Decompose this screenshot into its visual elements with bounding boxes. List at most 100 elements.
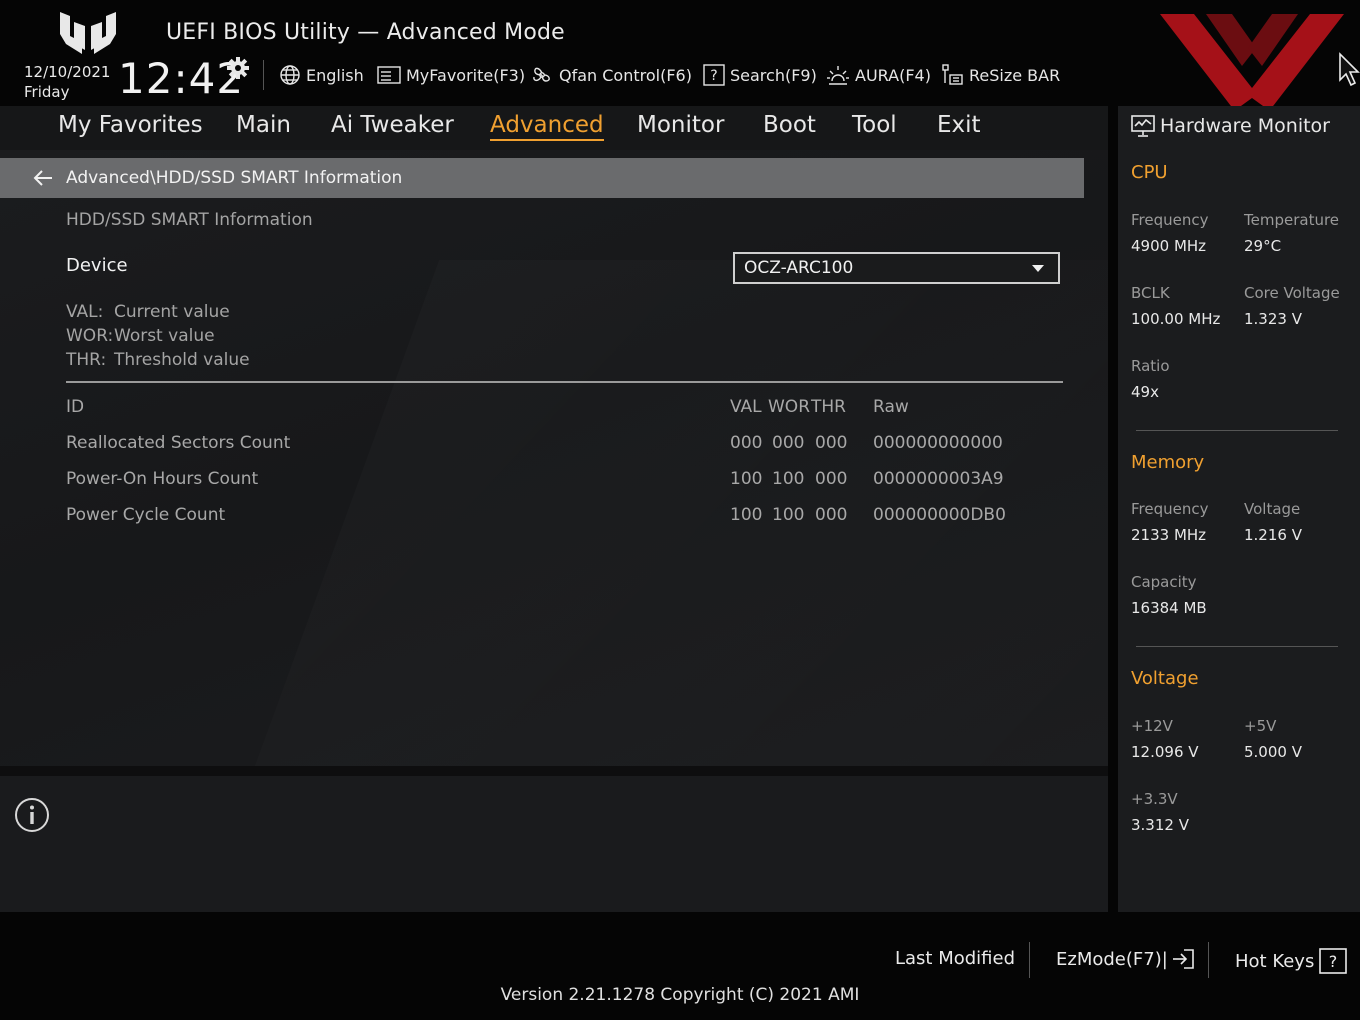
language-button[interactable]: English — [279, 62, 364, 88]
resize-bar-button[interactable]: ReSize BAR — [940, 62, 1060, 88]
back-arrow-icon[interactable] — [32, 169, 54, 187]
attribute-name: Reallocated Sectors Count — [66, 433, 291, 453]
breadcrumb: Advanced\HDD/SSD SMART Information — [0, 158, 1084, 198]
legend-thr: THR: Threshold value — [66, 350, 250, 370]
table-row: Power-On Hours Count 100 100 000 0000000… — [66, 469, 1066, 495]
header-id: ID — [66, 397, 85, 417]
memory-frequency-value: 2133 MHz — [1131, 526, 1207, 544]
tab-ai-tweaker[interactable]: Ai Tweaker — [331, 112, 454, 138]
section-title: HDD/SSD SMART Information — [66, 210, 313, 230]
hotkeys-button[interactable]: Hot Keys ? — [1235, 948, 1348, 974]
memory-section-title: Memory — [1131, 452, 1205, 473]
aura-light-icon — [827, 66, 849, 85]
header-thr: THR — [811, 397, 846, 417]
aura-button[interactable]: AURA(F4) — [826, 62, 931, 88]
tab-main[interactable]: Main — [236, 112, 291, 138]
tuf-logo-icon — [60, 12, 116, 54]
version-text: Version 2.21.1278 Copyright (C) 2021 AMI — [500, 985, 860, 1005]
hw-divider — [1136, 430, 1338, 431]
attribute-thr: 000 — [815, 433, 848, 453]
legend-key: THR: — [66, 350, 107, 370]
fan-icon — [533, 67, 550, 82]
hardware-monitor-title: Hardware Monitor — [1160, 115, 1330, 137]
search-button[interactable]: ? Search(F9) — [703, 62, 817, 88]
table-row: Power Cycle Count 100 100 000 000000000D… — [66, 505, 1066, 531]
help-icon: ? — [1319, 948, 1348, 974]
ezmode-button[interactable]: EzMode(F7)| — [1056, 948, 1196, 970]
hotkeys-label: Hot Keys — [1235, 950, 1315, 972]
exit-arrow-icon — [1172, 949, 1194, 969]
header-bar: UEFI BIOS Utility — Advanced Mode 12/10/… — [0, 0, 1360, 140]
cpu-temperature-label: Temperature — [1244, 211, 1340, 229]
v33-value: 3.312 V — [1131, 816, 1189, 834]
ratio-label: Ratio — [1131, 357, 1170, 375]
tab-advanced[interactable]: Advanced — [490, 112, 604, 141]
table-row: Reallocated Sectors Count 000 000 000 00… — [66, 433, 1066, 459]
attribute-thr: 000 — [815, 505, 848, 525]
ezmode-label: EzMode(F7)| — [1056, 948, 1168, 970]
info-area — [0, 776, 1108, 912]
attribute-wor: 100 — [772, 505, 805, 525]
last-modified-button[interactable]: Last Modified — [895, 948, 1015, 969]
v5-label: +5V — [1244, 717, 1277, 735]
tab-exit[interactable]: Exit — [937, 112, 981, 138]
v12-value: 12.096 V — [1131, 743, 1199, 761]
header-separator — [263, 60, 264, 90]
capacity-value: 16384 MB — [1131, 599, 1207, 617]
tab-boot[interactable]: Boot — [763, 112, 816, 138]
resize-bar-label: ReSize BAR — [969, 65, 1061, 85]
qfan-label: Qfan Control(F6) — [559, 65, 692, 85]
bclk-value: 100.00 MHz — [1131, 310, 1221, 328]
cpu-frequency-value: 4900 MHz — [1131, 237, 1207, 255]
attribute-val: 100 — [730, 505, 763, 525]
legend-key: WOR: — [66, 326, 114, 346]
hw-divider — [1136, 646, 1338, 647]
footer-bar: Last Modified EzMode(F7)| Hot Keys ? Ver… — [0, 912, 1360, 1020]
cpu-frequency-label: Frequency — [1131, 211, 1209, 229]
gear-icon[interactable] — [226, 56, 250, 80]
device-select-value: OCZ-ARC100 — [744, 258, 854, 278]
legend-key: VAL: — [66, 302, 104, 322]
day-display: Friday — [24, 83, 70, 101]
help-search-icon: ? — [703, 64, 725, 86]
tab-monitor[interactable]: Monitor — [637, 112, 724, 138]
legend-text: Threshold value — [114, 350, 250, 370]
cpu-section-title: CPU — [1131, 162, 1168, 183]
bclk-label: BCLK — [1131, 284, 1170, 302]
v12-label: +12V — [1131, 717, 1173, 735]
favorite-list-icon — [377, 66, 401, 84]
monitor-icon — [1131, 115, 1155, 137]
svg-text:?: ? — [1329, 952, 1338, 971]
language-label: English — [306, 65, 364, 85]
cpu-temperature-value: 29°C — [1244, 237, 1282, 255]
myfavorite-button[interactable]: MyFavorite(F3) — [377, 62, 525, 88]
attribute-raw: 0000000003A9 — [873, 469, 1004, 489]
attribute-raw: 000000000DB0 — [873, 505, 1006, 525]
legend-text: Current value — [114, 302, 230, 322]
hardware-monitor-panel: Hardware Monitor CPU Frequency Temperatu… — [1118, 106, 1360, 912]
qfan-control-button[interactable]: Qfan Control(F6) — [530, 62, 692, 88]
legend-text: Worst value — [114, 326, 215, 346]
memory-frequency-label: Frequency — [1131, 500, 1209, 518]
attribute-wor: 100 — [772, 469, 805, 489]
main-tab-bar: My Favorites Main Ai Tweaker Advanced Mo… — [0, 106, 1108, 150]
globe-icon — [280, 65, 300, 85]
bios-title: UEFI BIOS Utility — Advanced Mode — [166, 20, 565, 45]
device-label: Device — [66, 255, 128, 276]
aura-label: AURA(F4) — [855, 65, 931, 85]
v33-label: +3.3V — [1131, 790, 1178, 808]
resize-bar-icon — [942, 64, 963, 85]
core-voltage-value: 1.323 V — [1244, 310, 1302, 328]
attribute-raw: 000000000000 — [873, 433, 1003, 453]
device-select[interactable]: OCZ-ARC100 — [733, 252, 1060, 284]
legend-val: VAL: Current value — [66, 302, 230, 322]
memory-voltage-value: 1.216 V — [1244, 526, 1302, 544]
myfavorite-label: MyFavorite(F3) — [406, 65, 526, 85]
legend-wor: WOR:Worst value — [66, 326, 215, 346]
attribute-name: Power Cycle Count — [66, 505, 226, 525]
tab-my-favorites[interactable]: My Favorites — [58, 112, 203, 138]
info-separator — [0, 766, 1108, 776]
section-divider — [66, 381, 1063, 383]
attribute-val: 100 — [730, 469, 763, 489]
tab-tool[interactable]: Tool — [852, 112, 897, 138]
